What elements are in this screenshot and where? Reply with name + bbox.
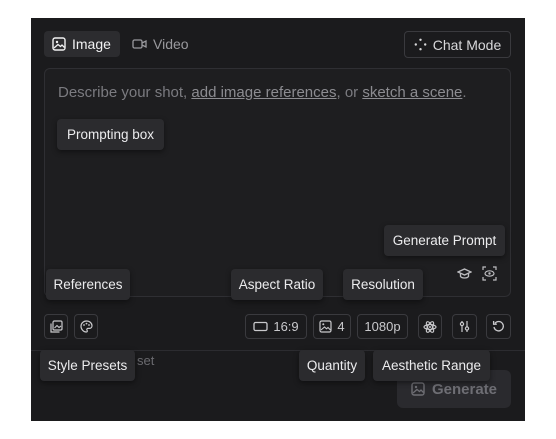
rectangle-icon: [253, 321, 268, 332]
aspect-ratio-value: 16:9: [273, 319, 299, 334]
settings-button[interactable]: [452, 314, 477, 339]
tab-image-label: Image: [72, 36, 111, 52]
tooltip-generate-prompt: Generate Prompt: [384, 225, 505, 256]
sliders-icon: [458, 320, 471, 333]
image-reference-icon: [49, 320, 63, 333]
resolution-button[interactable]: 1080p: [357, 314, 408, 339]
prompt-placeholder: Describe your shot, add image references…: [58, 84, 467, 101]
graduation-cap-icon[interactable]: [457, 268, 472, 280]
quantity-value: 4: [337, 319, 345, 334]
prompt-box[interactable]: Describe your shot, add image references…: [44, 68, 511, 297]
tooltip-prompting-box: Prompting box: [57, 119, 164, 150]
reset-button[interactable]: [486, 314, 511, 339]
tab-image[interactable]: Image: [44, 31, 120, 57]
sketch-a-scene-link[interactable]: sketch a scene: [362, 84, 462, 101]
palette-icon: [79, 320, 93, 333]
references-button[interactable]: [44, 314, 68, 339]
aspect-ratio-button[interactable]: 16:9: [245, 314, 307, 339]
tooltip-references: References: [46, 269, 130, 300]
atom-icon: [423, 320, 437, 334]
tooltip-aspect-ratio: Aspect Ratio: [231, 269, 323, 300]
tooltip-resolution: Resolution: [343, 269, 423, 300]
image-icon: [52, 37, 66, 51]
tooltip-aesthetic-range: Aesthetic Range: [373, 350, 490, 381]
aesthetic-range-button[interactable]: [418, 314, 442, 339]
add-image-references-link[interactable]: add image references: [191, 84, 336, 101]
tooltip-quantity: Quantity: [299, 350, 365, 381]
quantity-button[interactable]: 4: [313, 314, 351, 339]
video-camera-icon: [132, 38, 147, 50]
chat-mode-label: Chat Mode: [432, 36, 502, 53]
tab-video-label: Video: [153, 36, 189, 52]
image-icon: [411, 382, 425, 396]
style-presets-button[interactable]: [74, 314, 98, 339]
preset-label: set: [137, 353, 155, 368]
refresh-icon: [492, 320, 505, 333]
sparkle-icon: [414, 38, 427, 51]
chat-mode-button[interactable]: Chat Mode: [404, 31, 511, 58]
generator-panel: Image Video Chat Mode Describe your shot…: [31, 18, 525, 421]
tooltip-style-presets: Style Presets: [40, 350, 135, 381]
image-icon: [319, 320, 332, 333]
generate-label: Generate: [431, 380, 498, 398]
scan-eye-icon[interactable]: [482, 266, 497, 281]
resolution-value: 1080p: [364, 319, 401, 334]
tab-video[interactable]: Video: [124, 31, 198, 57]
